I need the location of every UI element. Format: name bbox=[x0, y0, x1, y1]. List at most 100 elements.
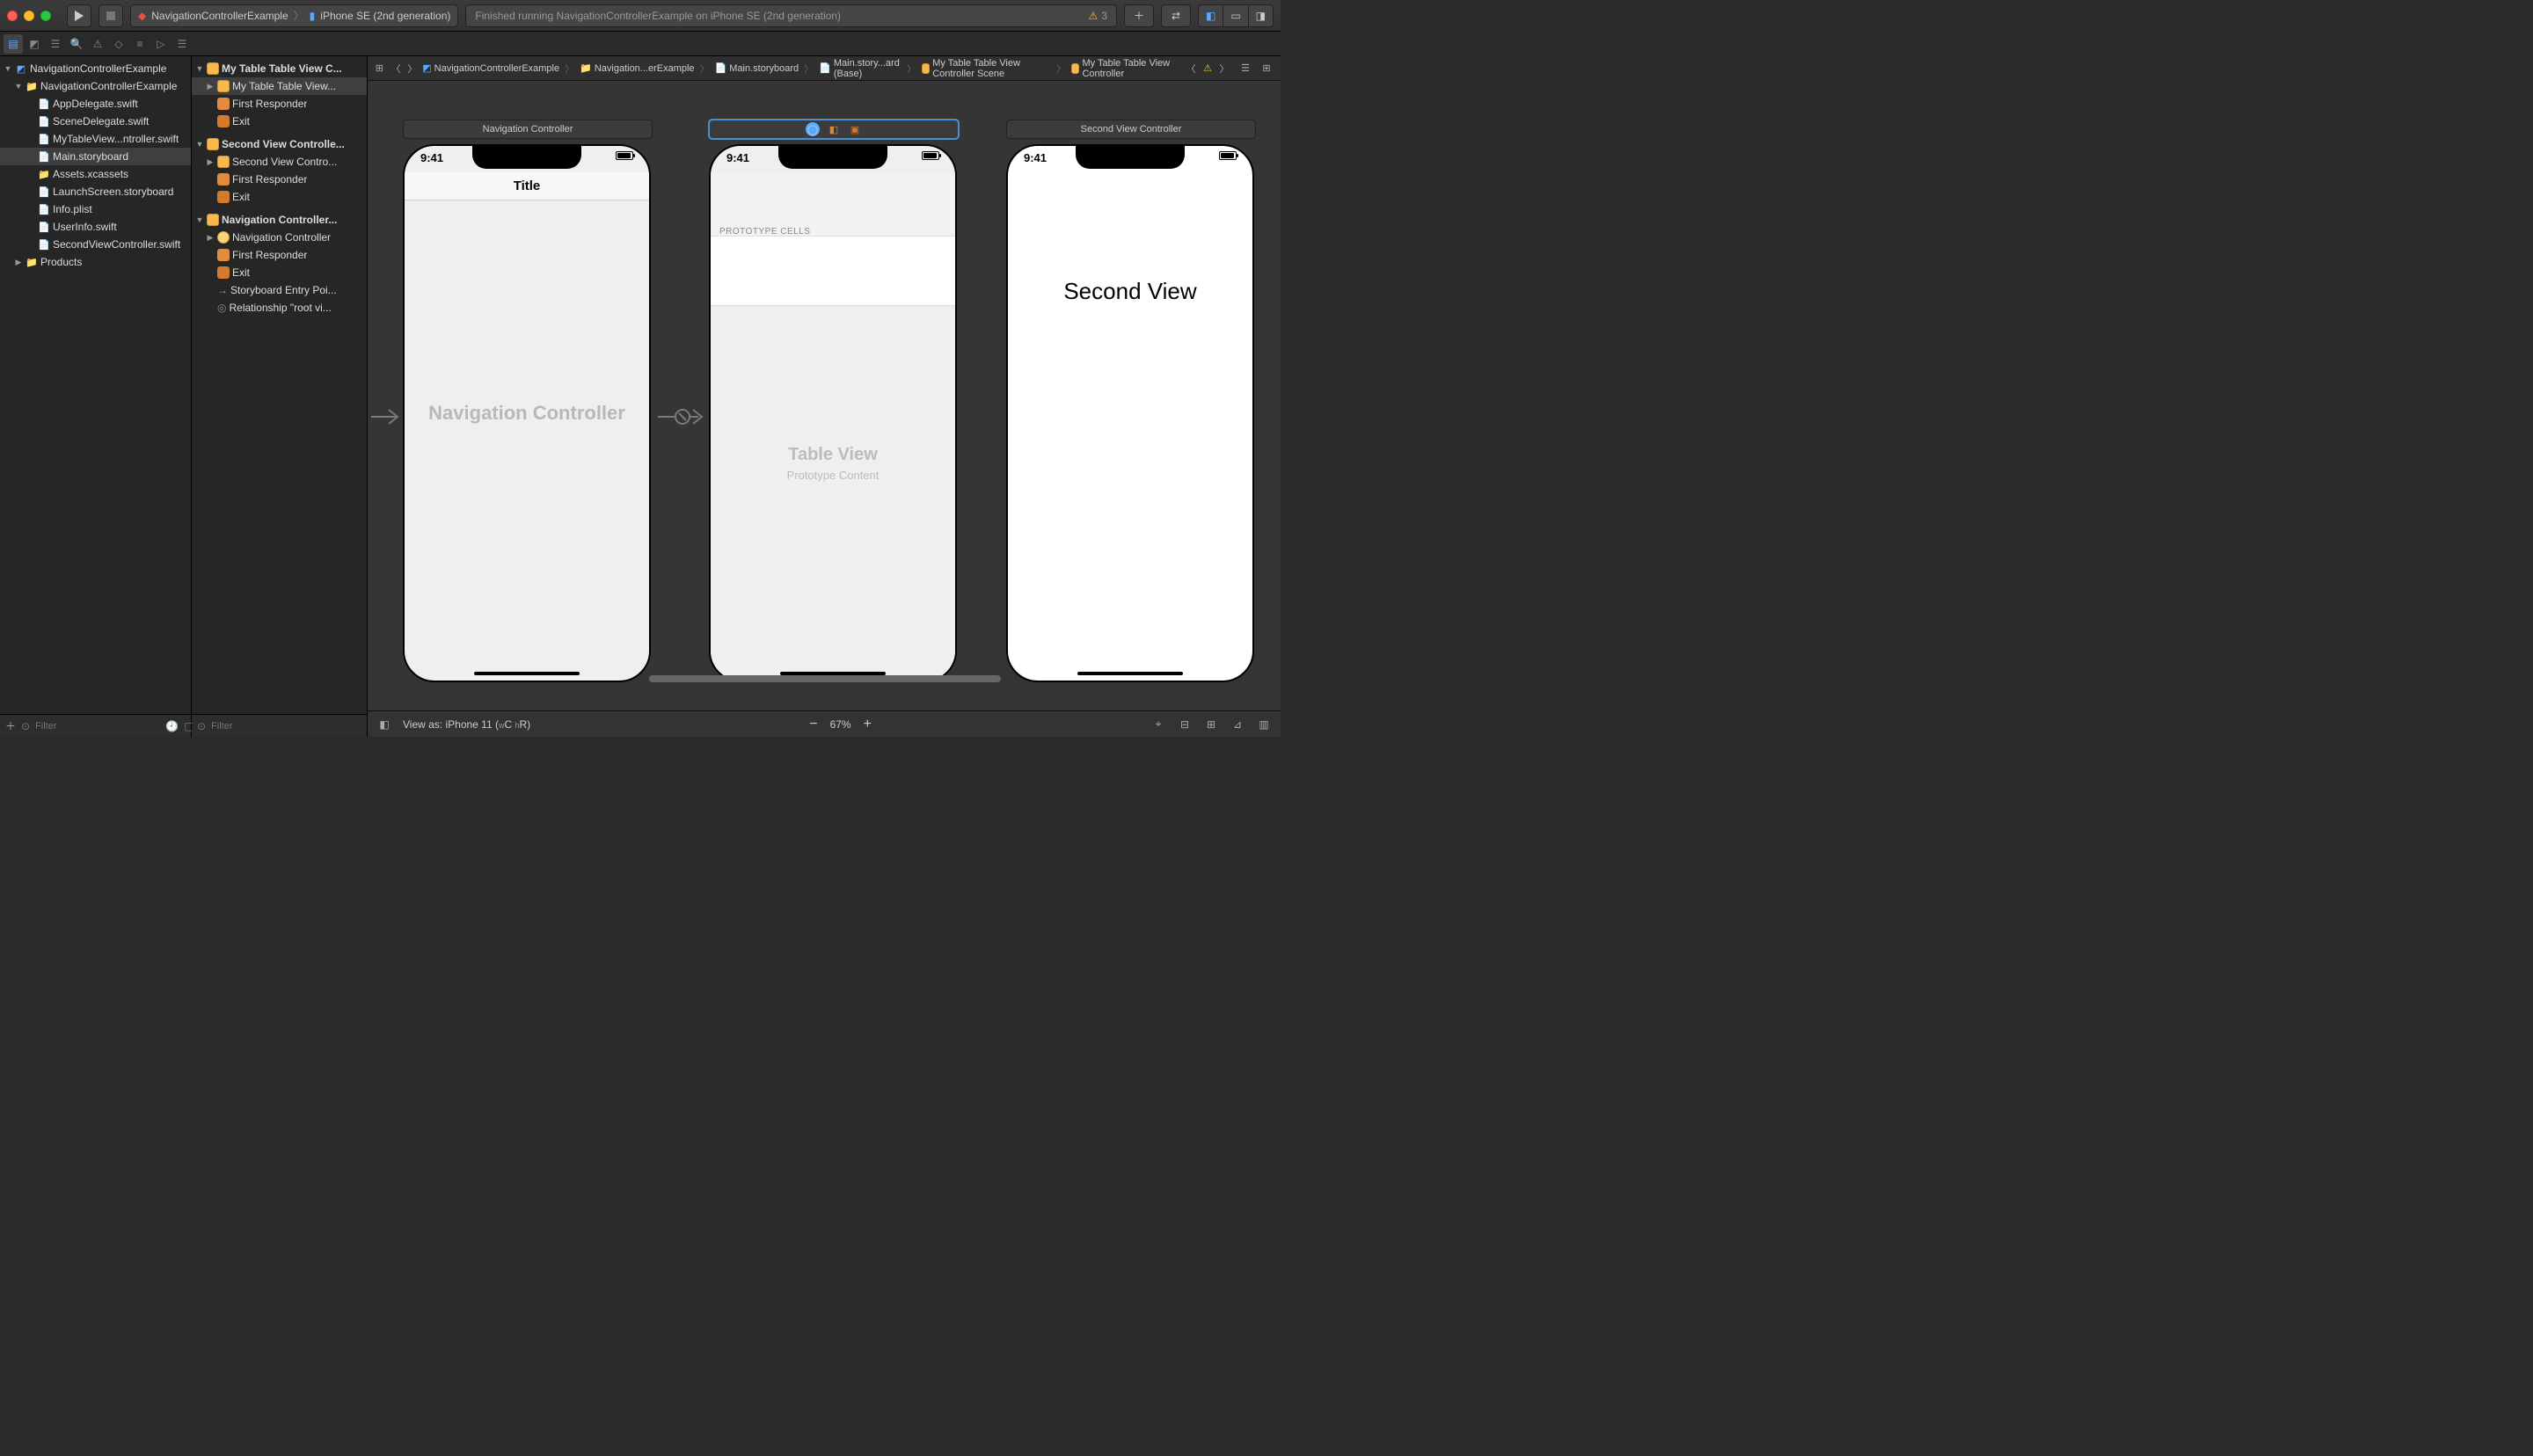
zoom-out-button[interactable]: − bbox=[809, 717, 817, 732]
navigation-bar[interactable]: Title bbox=[405, 172, 649, 200]
exit-icon[interactable]: ▣ bbox=[848, 122, 862, 136]
canvas-scene-secondview[interactable]: 9:41 Second View bbox=[1006, 144, 1254, 682]
scene-second-firstresponder[interactable]: First Responder bbox=[192, 171, 367, 188]
viewcontroller-icon[interactable]: ◯ bbox=[806, 122, 820, 136]
file-launchscreen[interactable]: 📄 LaunchScreen.storyboard bbox=[0, 183, 191, 200]
prev-issue-button[interactable]: 〈 bbox=[1182, 60, 1200, 77]
stop-button[interactable] bbox=[99, 4, 123, 27]
source-control-navigator-icon[interactable]: ◩ bbox=[25, 34, 44, 54]
embed-in-button[interactable]: ⌖ bbox=[1150, 717, 1166, 732]
segue-root-relationship[interactable] bbox=[658, 406, 707, 430]
symbol-navigator-icon[interactable]: ☰ bbox=[46, 34, 65, 54]
scene-nav-vc[interactable]: ▶ Navigation Controller bbox=[192, 229, 367, 246]
issue-navigator-icon[interactable]: ⚠︎ bbox=[88, 34, 107, 54]
folder-icon: 📁 bbox=[38, 168, 50, 180]
breadcrumb-base[interactable]: 📄Main.story...ard (Base) bbox=[819, 58, 902, 79]
test-navigator-icon[interactable]: ◇ bbox=[109, 34, 128, 54]
toggle-navigator-button[interactable]: ◧ bbox=[1198, 4, 1223, 27]
group-folder[interactable]: ▼📁 NavigationControllerExample bbox=[0, 77, 191, 95]
issue-indicator[interactable]: ⚠︎ 3 bbox=[1089, 10, 1107, 22]
scene-label-nav[interactable]: Navigation Controller bbox=[403, 120, 653, 139]
horizontal-scrollbar[interactable] bbox=[368, 673, 1281, 684]
recent-filter-icon[interactable]: 🕘 bbox=[165, 720, 179, 732]
related-items-button[interactable]: ⊞ bbox=[373, 60, 386, 77]
scene-navcontroller[interactable]: ▼ Navigation Controller... bbox=[192, 211, 367, 229]
scene-nav-exit[interactable]: Exit bbox=[192, 264, 367, 281]
back-button[interactable]: 〈 bbox=[390, 60, 403, 77]
swift-file-icon: 📄 bbox=[38, 221, 50, 233]
resolve-issues-button[interactable]: ⊿ bbox=[1230, 717, 1245, 732]
tableview-placeholder: Table View Prototype Content bbox=[711, 445, 955, 482]
file-appdelegate[interactable]: 📄 AppDelegate.swift bbox=[0, 95, 191, 113]
scene-nav-relationship[interactable]: ◎ Relationship "root vi... bbox=[192, 299, 367, 317]
file-userinfo[interactable]: 📄 UserInfo.swift bbox=[0, 218, 191, 236]
find-navigator-icon[interactable]: 🔍 bbox=[67, 34, 86, 54]
scene-mytable[interactable]: ▼ My Table Table View C... bbox=[192, 60, 367, 77]
file-scenedelegate[interactable]: 📄 SceneDelegate.swift bbox=[0, 113, 191, 130]
breadcrumb-scene[interactable]: My Table Table View Controller Scene bbox=[922, 58, 1051, 79]
breadcrumb-file[interactable]: 📄Main.storyboard bbox=[715, 62, 799, 74]
second-view-label[interactable]: Second View bbox=[1008, 278, 1252, 305]
zoom-window-button[interactable] bbox=[40, 11, 51, 21]
debug-navigator-icon[interactable]: ≡ bbox=[130, 34, 150, 54]
scene-label-second[interactable]: Second View Controller bbox=[1006, 120, 1256, 139]
scene-second-vc[interactable]: ▶ Second View Contro... bbox=[192, 153, 367, 171]
library-button[interactable]: ＋ bbox=[1124, 4, 1154, 27]
scene-mytable-exit[interactable]: Exit bbox=[192, 113, 367, 130]
canvas-scene-navcontroller[interactable]: 9:41 Title Navigation Controller bbox=[403, 144, 651, 682]
file-mytableview[interactable]: 📄 MyTableView...ntroller.swift bbox=[0, 130, 191, 148]
breadcrumb-project[interactable]: ◩NavigationControllerExample bbox=[422, 62, 559, 74]
minimize-window-button[interactable] bbox=[24, 11, 34, 21]
project-root[interactable]: ▼◩ NavigationControllerExample bbox=[0, 60, 191, 77]
toggle-outline-button[interactable]: ◧ bbox=[376, 717, 392, 732]
toggle-debug-button[interactable]: ▭ bbox=[1223, 4, 1247, 27]
scene-nav-entry[interactable]: → Storyboard Entry Poi... bbox=[192, 281, 367, 299]
next-issue-button[interactable]: 〉 bbox=[1215, 60, 1233, 77]
run-button[interactable] bbox=[67, 4, 91, 27]
toggle-inspector-button[interactable]: ◨ bbox=[1248, 4, 1274, 27]
first-responder-icon[interactable]: ◧ bbox=[827, 122, 841, 136]
file-assets[interactable]: 📁 Assets.xcassets bbox=[0, 165, 191, 183]
add-editor-button[interactable]: ⊞ bbox=[1258, 60, 1275, 77]
breadcrumb-group[interactable]: 📁Navigation...erExample bbox=[580, 62, 694, 74]
exit-icon bbox=[217, 115, 230, 127]
add-button[interactable]: ＋ bbox=[5, 718, 16, 733]
storyboard-entry-arrow[interactable] bbox=[371, 406, 403, 430]
scene-second-exit[interactable]: Exit bbox=[192, 188, 367, 206]
view-as-control[interactable]: View as: iPhone 11 (wC hR) bbox=[403, 718, 530, 731]
warning-icon: ⚠︎ bbox=[1089, 10, 1099, 22]
embed-stack-button[interactable]: ▥ bbox=[1256, 717, 1272, 732]
activity-status[interactable]: Finished running NavigationControllerExa… bbox=[465, 4, 1117, 27]
project-navigator-icon[interactable]: ▤ bbox=[4, 34, 23, 54]
file-infoplist[interactable]: 📄 Info.plist bbox=[0, 200, 191, 218]
scene-mytable-firstresponder[interactable]: First Responder bbox=[192, 95, 367, 113]
scheme-selector[interactable]: ◆ NavigationControllerExample 〉 ▮ iPhone… bbox=[130, 4, 458, 27]
interface-builder-canvas[interactable]: Navigation Controller ◯ ◧ ▣ Second View … bbox=[368, 81, 1281, 710]
forward-button[interactable]: 〉 bbox=[406, 60, 420, 77]
code-review-button[interactable]: ⇄ bbox=[1161, 4, 1191, 27]
zoom-level[interactable]: 67% bbox=[830, 718, 851, 731]
breakpoint-navigator-icon[interactable]: ▷ bbox=[151, 34, 171, 54]
editor-options-button[interactable]: ☰ bbox=[1237, 60, 1254, 77]
scene-nav-firstresponder[interactable]: First Responder bbox=[192, 246, 367, 264]
scene-mytable-vc[interactable]: ▶ My Table Table View... bbox=[192, 77, 367, 95]
align-button[interactable]: ⊟ bbox=[1177, 717, 1193, 732]
scene-label-mytable[interactable]: ◯ ◧ ▣ bbox=[709, 120, 959, 139]
canvas-scene-tableview[interactable]: 9:41 PROTOTYPE CELLS Table View Prototyp… bbox=[709, 144, 957, 682]
viewcontroller-icon bbox=[217, 156, 230, 168]
editor-area: ⊞ 〈 〉 ◩NavigationControllerExample 〉 📁Na… bbox=[368, 56, 1281, 737]
file-main-storyboard[interactable]: 📄 Main.storyboard bbox=[0, 148, 191, 165]
toolbar: ◆ NavigationControllerExample 〉 ▮ iPhone… bbox=[0, 0, 1281, 32]
file-secondvc[interactable]: 📄 SecondViewController.swift bbox=[0, 236, 191, 253]
outline-filter-input[interactable] bbox=[211, 721, 361, 732]
report-navigator-icon[interactable]: ☰ bbox=[172, 34, 192, 54]
breadcrumb-item[interactable]: My Table Table View Controller bbox=[1071, 58, 1179, 79]
navigator-filter-input[interactable] bbox=[35, 721, 160, 732]
prototype-cell[interactable] bbox=[711, 236, 955, 306]
scrollbar-thumb[interactable] bbox=[649, 675, 1001, 682]
products-folder[interactable]: ▶📁 Products bbox=[0, 253, 191, 271]
pin-button[interactable]: ⊞ bbox=[1203, 717, 1219, 732]
close-window-button[interactable] bbox=[7, 11, 18, 21]
scene-second[interactable]: ▼ Second View Controlle... bbox=[192, 135, 367, 153]
zoom-in-button[interactable]: + bbox=[864, 717, 872, 732]
